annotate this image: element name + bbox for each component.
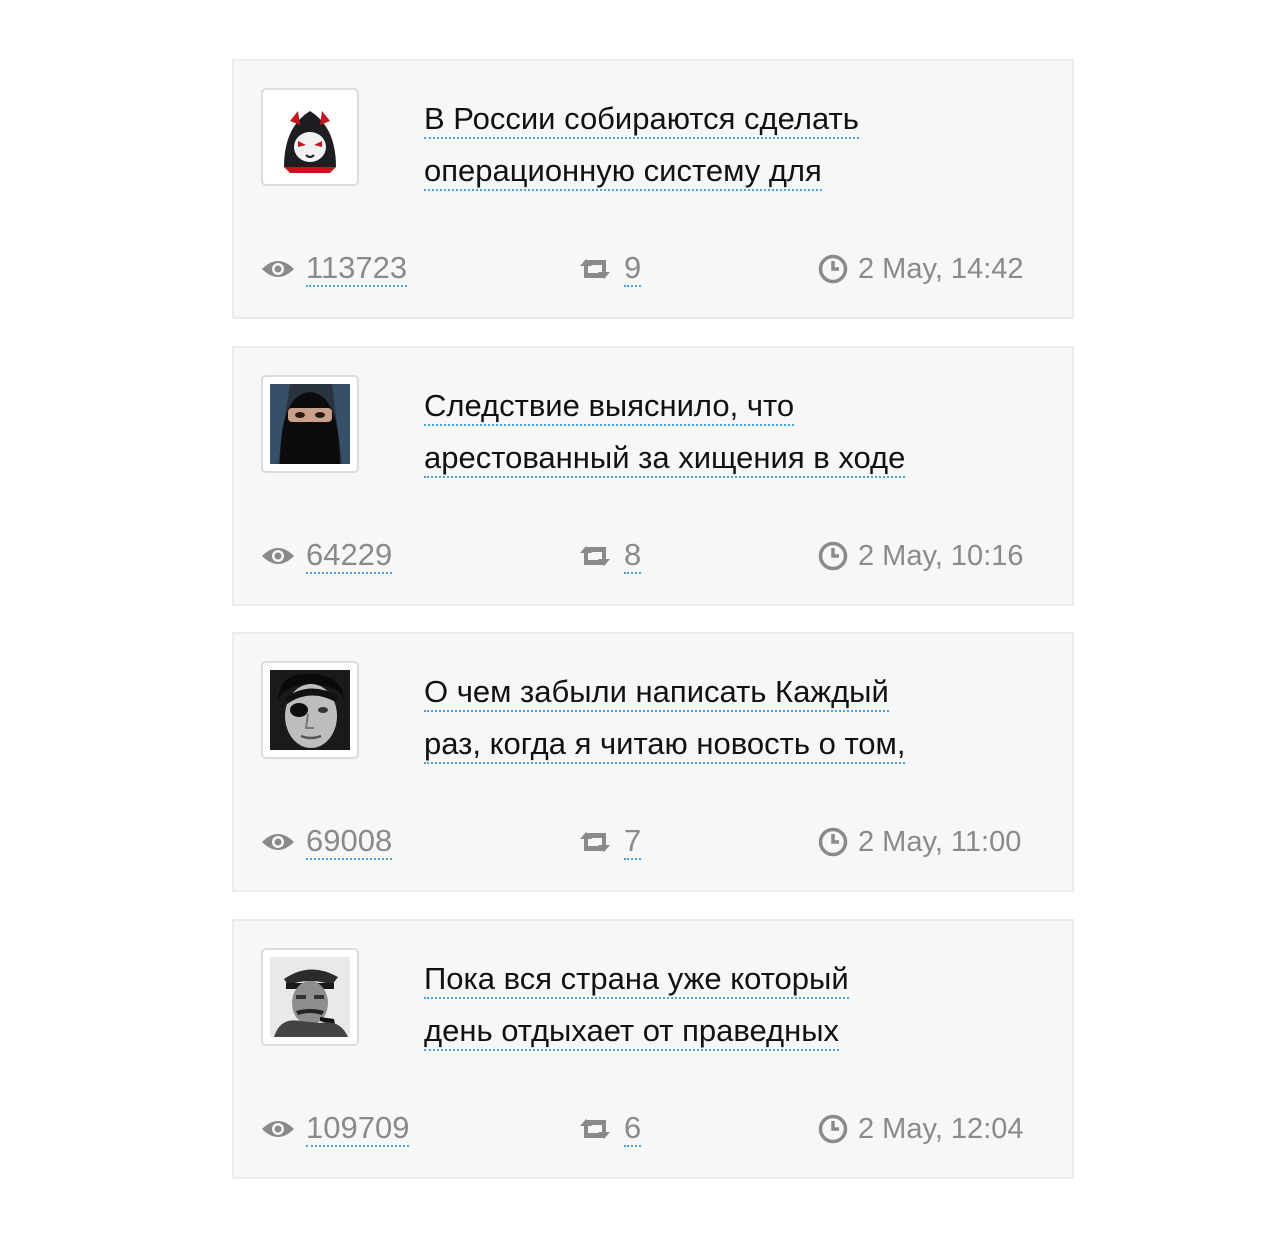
post-card: Пока вся страна уже который день отдыхае… xyxy=(232,919,1074,1179)
repost-icon xyxy=(576,256,614,282)
post-card: Следствие выяснило, что арестованный за … xyxy=(232,346,1074,606)
post-title-line[interactable]: день отдыхает от праведных xyxy=(424,1013,840,1051)
post-title-line[interactable]: операционную систему для xyxy=(424,153,822,191)
time-stat: 2 May, 10:16 xyxy=(818,536,1024,576)
author-avatar[interactable] xyxy=(261,948,359,1046)
reposts-stat: 9 xyxy=(576,249,642,289)
reposts-stat: 6 xyxy=(576,1109,642,1149)
views-stat: 64229 xyxy=(260,536,393,576)
clock-icon xyxy=(818,254,848,284)
eyepatch-man-avatar-icon xyxy=(270,670,350,750)
eye-icon xyxy=(260,544,296,568)
clock-icon xyxy=(818,827,848,857)
time-stat: 2 May, 12:04 xyxy=(818,1109,1024,1149)
post-title-line[interactable]: В России собираются сделать xyxy=(424,101,859,139)
reposts-count[interactable]: 9 xyxy=(624,251,642,287)
post-title[interactable]: Следствие выяснило, что арестованный за … xyxy=(424,380,1024,484)
clock-icon xyxy=(818,1114,848,1144)
author-avatar[interactable] xyxy=(261,375,359,473)
masked-face-avatar-icon xyxy=(270,384,350,464)
views-stat: 113723 xyxy=(260,249,408,289)
reposts-stat: 8 xyxy=(576,536,642,576)
time-stat: 2 May, 14:42 xyxy=(818,249,1024,289)
time-stat: 2 May, 11:00 xyxy=(818,822,1021,862)
post-title-line[interactable]: О чем забыли написать Каждый xyxy=(424,674,889,712)
post-title[interactable]: В России собираются сделать операционную… xyxy=(424,93,1024,197)
eye-icon xyxy=(260,257,296,281)
repost-icon xyxy=(576,1116,614,1142)
cap-pipe-man-avatar-icon xyxy=(270,957,350,1037)
eye-icon xyxy=(260,830,296,854)
post-title-line[interactable]: Пока вся страна уже который xyxy=(424,961,849,999)
clock-icon xyxy=(818,541,848,571)
views-count[interactable]: 113723 xyxy=(306,251,408,287)
views-count[interactable]: 109709 xyxy=(306,1111,410,1147)
post-feed: В России собираются сделать операционную… xyxy=(0,0,1280,1238)
author-avatar[interactable] xyxy=(261,88,359,186)
views-stat: 109709 xyxy=(260,1109,410,1149)
post-card: В России собираются сделать операционную… xyxy=(232,59,1074,319)
post-card: О чем забыли написать Каждый раз, когда … xyxy=(232,632,1074,892)
repost-icon xyxy=(576,543,614,569)
post-title-line[interactable]: раз, когда я читаю новость о том, xyxy=(424,726,906,764)
post-title-line[interactable]: Следствие выяснило, что xyxy=(424,388,795,426)
reposts-stat: 7 xyxy=(576,822,642,862)
post-timestamp: 2 May, 14:42 xyxy=(858,252,1024,285)
repost-icon xyxy=(576,829,614,855)
hooded-cat-avatar-icon xyxy=(270,97,350,177)
eye-icon xyxy=(260,1117,296,1141)
reposts-count[interactable]: 8 xyxy=(624,538,642,574)
views-stat: 69008 xyxy=(260,822,393,862)
author-avatar[interactable] xyxy=(261,661,359,759)
post-timestamp: 2 May, 10:16 xyxy=(858,539,1024,572)
post-title[interactable]: О чем забыли написать Каждый раз, когда … xyxy=(424,666,1024,770)
post-title-line[interactable]: арестованный за хищения в ходе xyxy=(424,440,906,478)
reposts-count[interactable]: 7 xyxy=(624,824,642,860)
views-count[interactable]: 69008 xyxy=(306,824,393,860)
reposts-count[interactable]: 6 xyxy=(624,1111,642,1147)
views-count[interactable]: 64229 xyxy=(306,538,393,574)
post-timestamp: 2 May, 12:04 xyxy=(858,1112,1024,1145)
post-timestamp: 2 May, 11:00 xyxy=(858,825,1022,858)
post-title[interactable]: Пока вся страна уже который день отдыхае… xyxy=(424,953,1024,1057)
